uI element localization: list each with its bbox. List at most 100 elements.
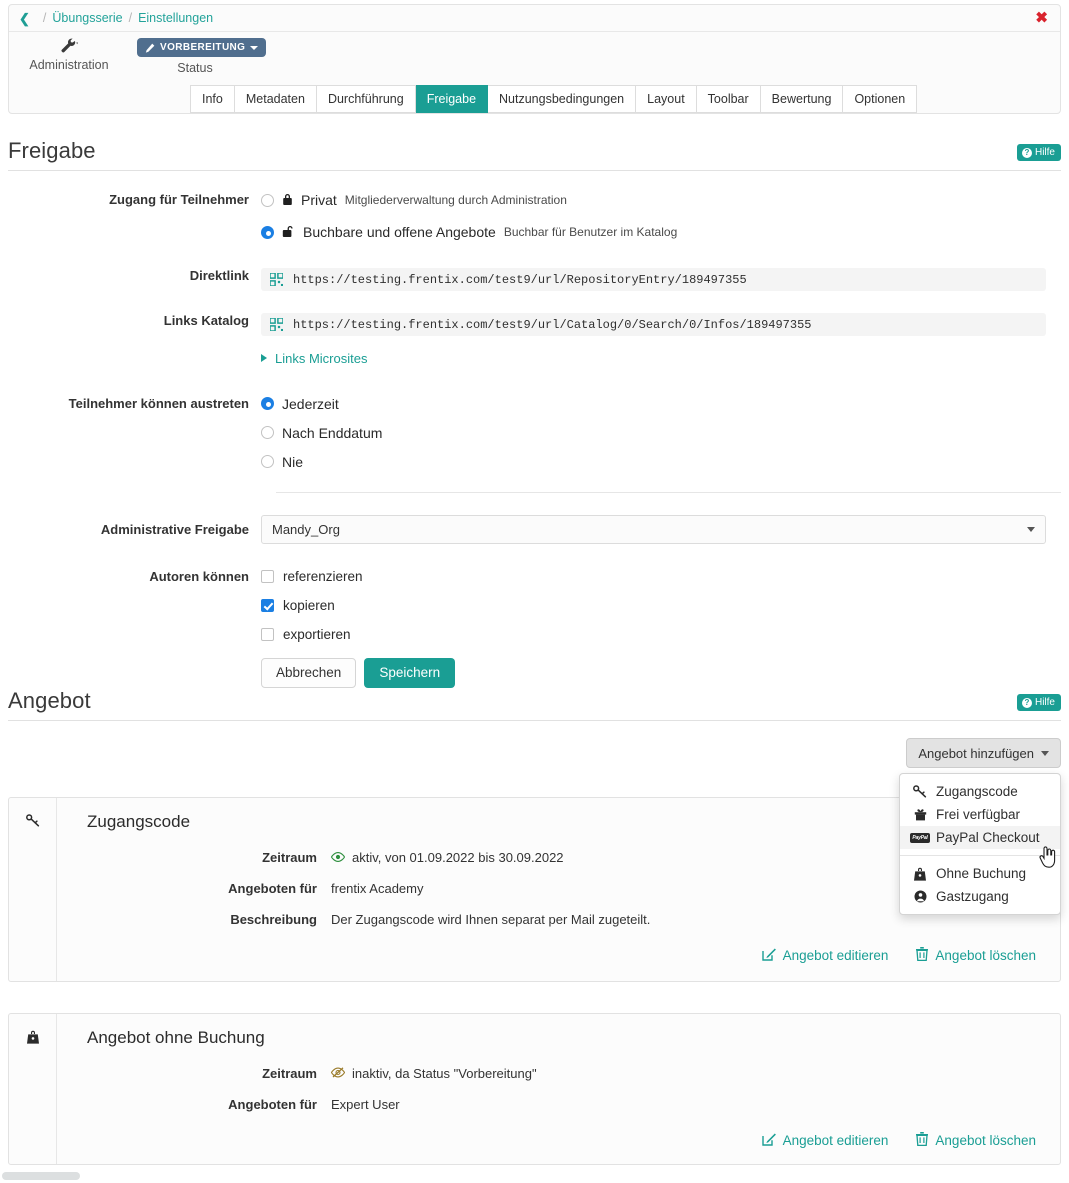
offer-detail-row: Zeitraum inaktiv, da Status "Vorbereitung… <box>73 1066 1044 1081</box>
close-icon[interactable]: ✖ <box>1035 11 1048 26</box>
admin-freigabe-value: Mandy_Org <box>272 522 340 537</box>
field-label-austreten: Teilnehmer können austreten <box>0 396 261 470</box>
help-badge-angebot[interactable]: ? Hilfe <box>1017 694 1061 711</box>
offer-card: Angebot ohne BuchungZeitrauminaktiv, da … <box>8 1013 1061 1165</box>
lock-closed-icon <box>282 193 293 208</box>
field-austreten: Teilnehmer können austreten Jederzeit Na… <box>0 396 1069 470</box>
horizontal-scrollbar-thumb[interactable] <box>2 1172 80 1180</box>
offer-card-body: Angebot ohne BuchungZeitrauminaktiv, da … <box>57 1014 1060 1169</box>
key-icon <box>912 785 928 798</box>
trash-icon <box>916 1132 928 1149</box>
radio-option-buchbar[interactable]: Buchbare und offene Angebote Buchbar für… <box>261 224 1061 240</box>
radio-jederzeit[interactable] <box>261 397 274 410</box>
menu-item-zugangscode[interactable]: Zugangscode <box>900 780 1060 803</box>
admin-freigabe-select[interactable]: Mandy_Org <box>261 515 1046 544</box>
breadcrumb-separator: / <box>43 11 46 25</box>
tab-durchf-hrung[interactable]: Durchführung <box>317 85 416 113</box>
menu-item-label: Zugangscode <box>936 784 1018 799</box>
chevron-down-icon <box>1027 527 1035 532</box>
tab-metadaten[interactable]: Metadaten <box>235 85 317 113</box>
menu-item-frei-verf-gbar[interactable]: Frei verfügbar <box>900 803 1060 826</box>
delete-offer-link[interactable]: Angebot löschen <box>916 1132 1036 1149</box>
offer-detail-label: Angeboten für <box>73 881 331 896</box>
field-autoren: Autoren können referenzieren kopieren ex… <box>0 569 1069 688</box>
radio-option-nie[interactable]: Nie <box>261 454 1061 470</box>
checkbox-option-referenzieren[interactable]: referenzieren <box>261 569 1061 584</box>
tool-row: Administration VORBEREITUNG Status <box>9 32 1060 86</box>
checkbox-exportieren[interactable] <box>261 628 274 641</box>
tab-label: Freigabe <box>427 92 476 106</box>
help-badge-freigabe[interactable]: ? Hilfe <box>1017 144 1061 161</box>
tab-info[interactable]: Info <box>190 85 235 113</box>
links-katalog-url: https://testing.frentix.com/test9/url/Ca… <box>293 318 811 332</box>
radio-jederzeit-label: Jederzeit <box>282 396 339 412</box>
edit-offer-link[interactable]: Angebot editieren <box>762 947 889 964</box>
gift-icon <box>912 808 928 821</box>
offer-detail-label: Beschreibung <box>73 912 331 927</box>
breadcrumb-item-einstellungen[interactable]: Einstellungen <box>138 11 213 25</box>
offer-detail-text: inaktiv, da Status "Vorbereitung" <box>352 1066 537 1081</box>
menu-item-label: Frei verfügbar <box>936 807 1020 822</box>
eye-slash-icon <box>331 1067 345 1081</box>
radio-option-jederzeit[interactable]: Jederzeit <box>261 396 1061 412</box>
tab-label: Layout <box>647 92 685 106</box>
tab-layout[interactable]: Layout <box>636 85 697 113</box>
field-zugang: Zugang für Teilnehmer Privat Mitgliederv… <box>0 192 1069 256</box>
offer-detail-value: inaktiv, da Status "Vorbereitung" <box>331 1066 537 1081</box>
status-badge[interactable]: VORBEREITUNG <box>137 38 266 57</box>
cancel-button[interactable]: Abbrechen <box>261 658 356 688</box>
checkbox-kopieren-label: kopieren <box>283 598 335 613</box>
tab-freigabe[interactable]: Freigabe <box>416 85 488 113</box>
links-microsites-label: Links Microsites <box>275 351 367 366</box>
qr-code-icon <box>270 273 283 286</box>
field-label-admin-freigabe: Administrative Freigabe <box>0 522 261 537</box>
tab-toolbar[interactable]: Toolbar <box>697 85 761 113</box>
question-mark-icon: ? <box>1022 698 1032 708</box>
qr-code-icon <box>270 318 283 331</box>
save-button[interactable]: Speichern <box>364 658 455 688</box>
caret-right-icon <box>261 354 267 362</box>
breadcrumb-item-uebungsserie[interactable]: Übungsserie <box>52 11 122 25</box>
administration-tool[interactable]: Administration <box>23 38 115 72</box>
offer-detail-text: frentix Academy <box>331 881 424 896</box>
radio-nie[interactable] <box>261 455 274 468</box>
direktlink-box[interactable]: https://testing.frentix.com/test9/url/Re… <box>261 268 1046 291</box>
radio-nach-enddatum[interactable] <box>261 426 274 439</box>
radio-option-privat[interactable]: Privat Mitgliederverwaltung durch Admini… <box>261 192 1061 208</box>
field-admin-freigabe: Administrative Freigabe Mandy_Org <box>0 515 1069 544</box>
offer-detail-value: Der Zugangscode wird Ihnen separat per M… <box>331 912 650 927</box>
radio-option-nach-enddatum[interactable]: Nach Enddatum <box>261 425 1061 441</box>
tab-bewertung[interactable]: Bewertung <box>761 85 844 113</box>
help-label: Hilfe <box>1035 147 1055 158</box>
checkbox-option-exportieren[interactable]: exportieren <box>261 627 1061 642</box>
lock-open-icon <box>282 225 295 240</box>
menu-item-paypal-checkout[interactable]: PayPalPayPal Checkout <box>900 826 1060 849</box>
offer-detail-label: Zeitraum <box>73 1066 331 1081</box>
checkbox-kopieren[interactable] <box>261 599 274 612</box>
menu-item-ohne-buchung[interactable]: Ohne Buchung <box>900 862 1060 885</box>
status-tool: VORBEREITUNG Status <box>137 38 253 75</box>
status-badge-label: VORBEREITUNG <box>160 42 245 53</box>
links-microsites-toggle[interactable]: Links Microsites <box>261 351 367 366</box>
checkbox-referenzieren[interactable] <box>261 570 274 583</box>
tab-nutzungsbedingungen[interactable]: Nutzungsbedingungen <box>488 85 636 113</box>
help-label: Hilfe <box>1035 697 1055 708</box>
menu-item-label: Ohne Buchung <box>936 866 1026 881</box>
radio-privat[interactable] <box>261 194 274 207</box>
add-offer-button[interactable]: Angebot hinzufügen <box>906 738 1061 768</box>
menu-item-gastzugang[interactable]: Gastzugang <box>900 885 1060 908</box>
delete-offer-link[interactable]: Angebot löschen <box>916 947 1036 964</box>
offer-card-actions: Angebot editieren Angebot löschen <box>73 943 1044 974</box>
offer-detail-row: BeschreibungDer Zugangscode wird Ihnen s… <box>73 912 1044 927</box>
back-chevron-icon[interactable]: ❮ <box>19 12 30 25</box>
edit-offer-link[interactable]: Angebot editieren <box>762 1132 889 1149</box>
tab-optionen[interactable]: Optionen <box>843 85 917 113</box>
key-icon <box>26 814 40 981</box>
checkbox-option-kopieren[interactable]: kopieren <box>261 598 1061 613</box>
lock-bag-icon <box>912 867 928 881</box>
radio-buchbar[interactable] <box>261 226 274 239</box>
tab-label: Durchführung <box>328 92 404 106</box>
links-katalog-box[interactable]: https://testing.frentix.com/test9/url/Ca… <box>261 313 1046 336</box>
chevron-down-icon <box>250 46 258 50</box>
offer-detail-text: Expert User <box>331 1097 400 1112</box>
